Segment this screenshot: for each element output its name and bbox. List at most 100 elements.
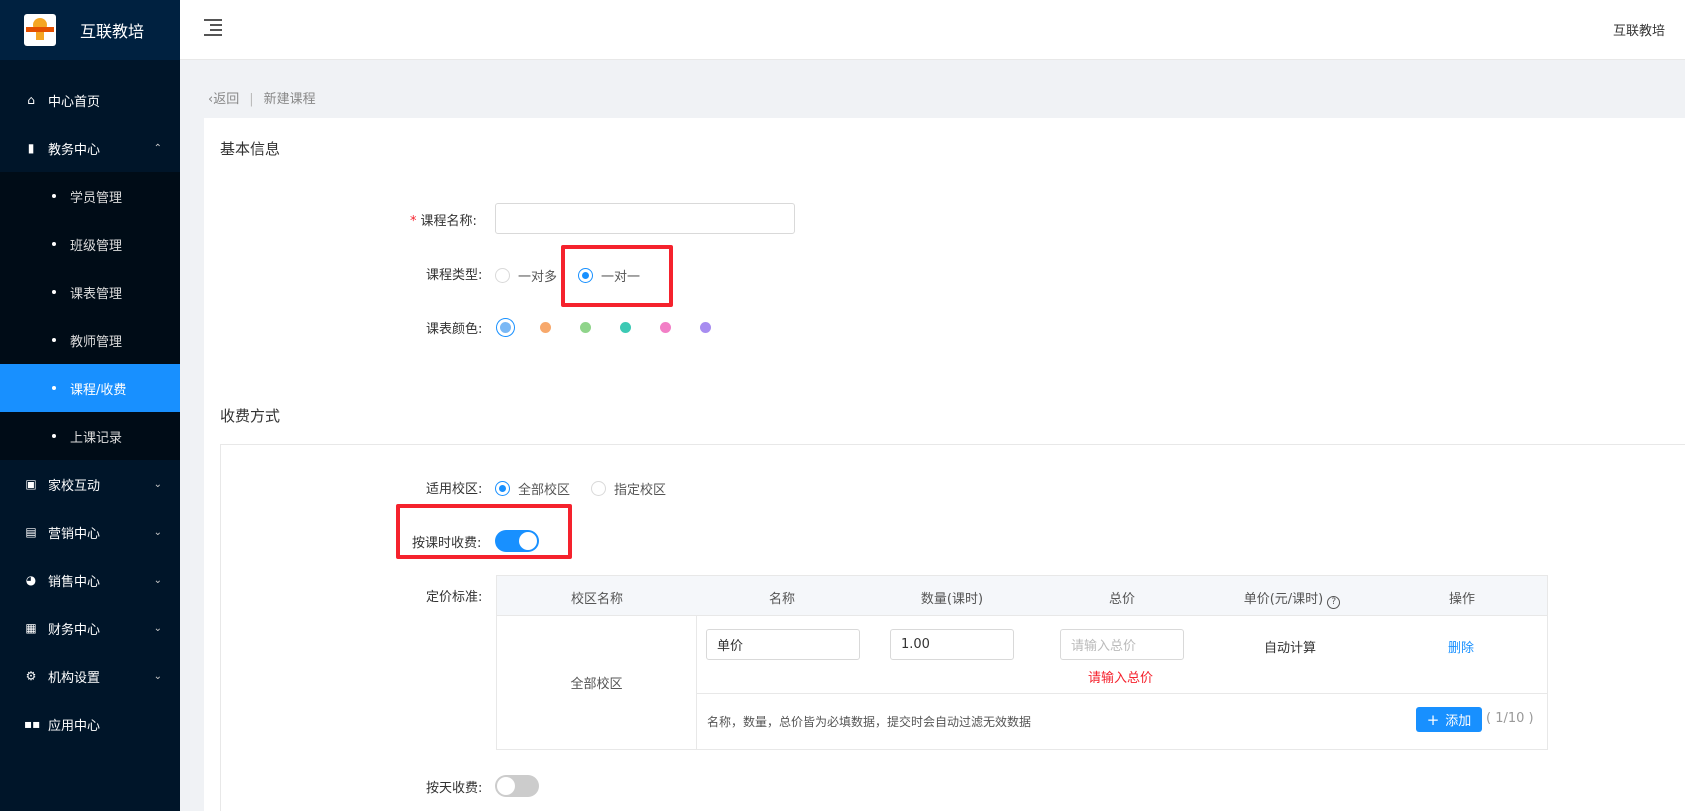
sidebar-item-label: 班级管理: [70, 238, 123, 254]
radio-label: 全部校区: [518, 483, 571, 498]
radio-circle: [591, 481, 606, 496]
col-name: 名称: [768, 592, 795, 607]
header-user[interactable]: 互联教培: [1613, 20, 1665, 39]
sidebar-item-label: 教师管理: [70, 334, 123, 350]
col-total: 总价: [1108, 592, 1135, 607]
plus-icon: +: [1426, 710, 1440, 729]
course-name-input[interactable]: [495, 203, 795, 234]
basic-info-title: 基本信息: [220, 140, 281, 158]
total-price-input[interactable]: 请输入总价: [1060, 629, 1184, 660]
color-swatch-green[interactable]: [580, 322, 591, 333]
sidebar-item-settings[interactable]: ⚙ 机构设置 ⌄: [0, 652, 180, 700]
unit-price-value: 自动计算: [1264, 641, 1317, 656]
row-count: ( 1/10 ): [1486, 711, 1534, 726]
by-day-label: 按天收费:: [426, 781, 483, 796]
radio-label: 指定校区: [614, 483, 667, 498]
row-divider: [697, 693, 1547, 694]
campus-cell: 全部校区: [497, 616, 697, 749]
add-button[interactable]: + 添加: [1416, 707, 1482, 732]
breadcrumb: ‹返回 | 新建课程: [208, 92, 316, 107]
col-action: 操作: [1448, 592, 1475, 607]
color-swatch-orange[interactable]: [540, 322, 551, 333]
course-type-label: 课程类型:: [426, 268, 483, 283]
price-name-input[interactable]: 单价: [706, 629, 860, 660]
sidebar-item-sales[interactable]: ◕ 销售中心 ⌄: [0, 556, 180, 604]
brand-name: 互联教培: [80, 22, 145, 41]
color-swatch-purple[interactable]: [700, 322, 711, 333]
sidebar-item-records[interactable]: 上课记录: [0, 412, 180, 460]
home-icon: ⌂: [27, 93, 35, 107]
sidebar-item-label: 中心首页: [48, 94, 101, 110]
chevron-down-icon: ⌄: [153, 574, 162, 586]
help-icon[interactable]: ?: [1327, 596, 1341, 609]
brand: 互联教培: [0, 0, 180, 60]
pricing-label: 定价标准:: [426, 590, 483, 605]
radio-label: 一对多: [518, 270, 558, 285]
sidebar-item-label: 上课记录: [70, 430, 123, 446]
sidebar-item-label: 课程/收费: [70, 382, 127, 398]
sidebar-item-home[interactable]: ⌂ 中心首页: [0, 76, 180, 124]
total-error-message: 请输入总价: [1088, 671, 1154, 686]
sidebar-item-teachers[interactable]: 教师管理: [0, 316, 180, 364]
sidebar-item-academic[interactable]: ▮ 教务中心 ⌃: [0, 124, 180, 172]
sidebar-item-finance[interactable]: ▦ 财务中心 ⌄: [0, 604, 180, 652]
sidebar-item-label: 营销中心: [48, 526, 101, 542]
gear-icon: ⚙: [25, 669, 37, 683]
col-unit-price: 单价(元/课时)?: [1207, 588, 1377, 609]
back-link[interactable]: ‹返回: [208, 92, 239, 107]
sidebar-item-interaction[interactable]: ▣ 家校互动 ⌄: [0, 460, 180, 508]
back-label: 返回: [213, 92, 240, 107]
chevron-down-icon: ⌄: [153, 478, 162, 490]
wallet-icon: ▦: [25, 621, 37, 635]
sidebar-item-classes[interactable]: 班级管理: [0, 220, 180, 268]
highlight-box: [396, 504, 572, 559]
chat-icon: ▣: [25, 477, 37, 491]
sidebar-item-label: 机构设置: [48, 670, 101, 686]
color-swatch-teal[interactable]: [620, 322, 631, 333]
col-campus: 校区名称: [570, 592, 623, 607]
course-name-label: * 课程名称:: [410, 214, 477, 229]
book-icon: ▮: [27, 141, 35, 155]
table-header: 校区名称 名称 数量(课时) 总价 单价(元/课时)? 操作: [497, 576, 1547, 616]
apps-icon: ▪▪: [24, 717, 41, 731]
delete-link[interactable]: 删除: [1448, 637, 1474, 656]
breadcrumb-current: 新建课程: [263, 92, 316, 107]
add-button-label: 添加: [1445, 714, 1472, 729]
sidebar-item-label: 学员管理: [70, 190, 123, 206]
sidebar-item-label: 销售中心: [48, 574, 101, 590]
toggle-knob: [497, 777, 515, 795]
top-header: 互联教培: [180, 0, 1685, 60]
sidebar-item-apps[interactable]: ▪▪ 应用中心: [0, 700, 180, 748]
table-note: 名称，数量，总价皆为必填数据，提交时会自动过滤无效数据: [707, 715, 1032, 729]
by-day-toggle[interactable]: [495, 775, 539, 797]
sidebar-item-label: 课表管理: [70, 286, 123, 302]
quantity-input[interactable]: 1.00: [890, 629, 1014, 660]
color-label: 课表颜色:: [426, 322, 483, 337]
color-swatch-blue[interactable]: [500, 322, 511, 333]
sidebar-item-label: 家校互动: [48, 478, 101, 494]
bag-icon: ▤: [25, 525, 37, 539]
campus-label: 适用校区:: [426, 482, 483, 497]
radio-circle: [495, 268, 510, 283]
campus-all-radio[interactable]: 全部校区: [495, 479, 570, 498]
col-quantity: 数量(课时): [920, 592, 984, 607]
menu-fold-icon[interactable]: [204, 18, 222, 36]
sidebar-item-marketing[interactable]: ▤ 营销中心 ⌄: [0, 508, 180, 556]
sidebar-item-schedule[interactable]: 课表管理: [0, 268, 180, 316]
type-one-to-many-radio[interactable]: 一对多: [495, 266, 557, 285]
user-icon: ◕: [25, 573, 37, 587]
sidebar-item-students[interactable]: 学员管理: [0, 172, 180, 220]
chevron-down-icon: ⌄: [153, 622, 162, 634]
sidebar-item-courses[interactable]: 课程/收费: [0, 364, 180, 412]
sidebar-item-label: 财务中心: [48, 622, 101, 638]
chevron-down-icon: ⌄: [153, 670, 162, 682]
color-swatch-pink[interactable]: [660, 322, 671, 333]
chevron-down-icon: ⌄: [153, 526, 162, 538]
sidebar-item-label: 应用中心: [48, 718, 101, 734]
sidebar: 互联教培 ⌂ 中心首页 ▮ 教务中心 ⌃ 学员管理 班级管理 课表管理 教师管理…: [0, 0, 180, 811]
logo: [24, 14, 56, 46]
submenu-academic: 学员管理 班级管理 课表管理 教师管理 课程/收费 上课记录: [0, 172, 180, 460]
sidebar-menu: ⌂ 中心首页 ▮ 教务中心 ⌃ 学员管理 班级管理 课表管理 教师管理 课程/收…: [0, 76, 180, 748]
campus-specific-radio[interactable]: 指定校区: [591, 479, 666, 498]
chevron-up-icon: ⌃: [153, 142, 162, 154]
